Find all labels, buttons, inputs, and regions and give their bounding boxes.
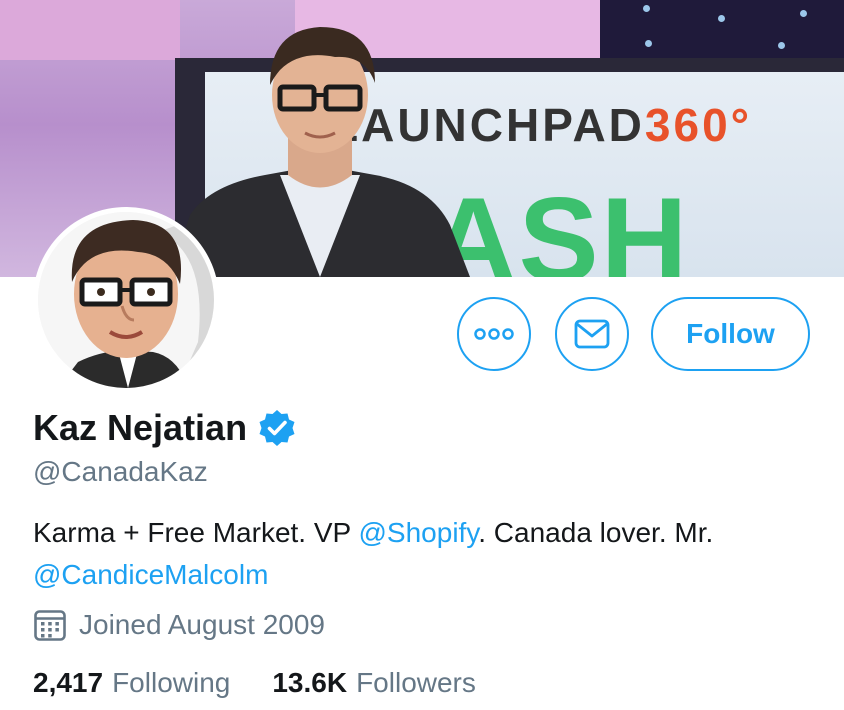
message-button[interactable]: [555, 297, 629, 371]
joined-date-row: Joined August 2009: [33, 608, 325, 642]
envelope-icon: [574, 319, 610, 349]
following-stat[interactable]: 2,417 Following: [33, 667, 230, 699]
following-label: Following: [112, 667, 231, 698]
followers-count: 13.6K: [272, 667, 348, 698]
followers-label: Followers: [356, 667, 476, 698]
mention-link-candice[interactable]: @CandiceMalcolm: [33, 559, 268, 590]
verified-badge-icon: [259, 410, 295, 446]
banner-backdrop-left: [0, 0, 180, 60]
more-icon: [474, 328, 514, 340]
banner-presenter: [170, 27, 470, 277]
joined-date: Joined August 2009: [79, 609, 325, 640]
mention-link-shopify[interactable]: @Shopify: [359, 517, 479, 548]
calendar-icon: [34, 610, 66, 641]
more-options-button[interactable]: [457, 297, 531, 371]
display-name: Kaz Nejatian: [33, 407, 248, 448]
following-count: 2,417: [33, 667, 104, 698]
user-handle: @CanadaKaz: [33, 456, 208, 487]
avatar[interactable]: [38, 212, 214, 388]
bio: Karma + Free Market. VP @Shopify. Canada…: [33, 517, 714, 590]
follow-button[interactable]: Follow: [651, 297, 810, 371]
name-row: Kaz Nejatian: [33, 407, 297, 449]
follow-stats: 2,417 Following 13.6K Followers: [33, 667, 518, 699]
followers-stat[interactable]: 13.6K Followers: [272, 667, 476, 699]
